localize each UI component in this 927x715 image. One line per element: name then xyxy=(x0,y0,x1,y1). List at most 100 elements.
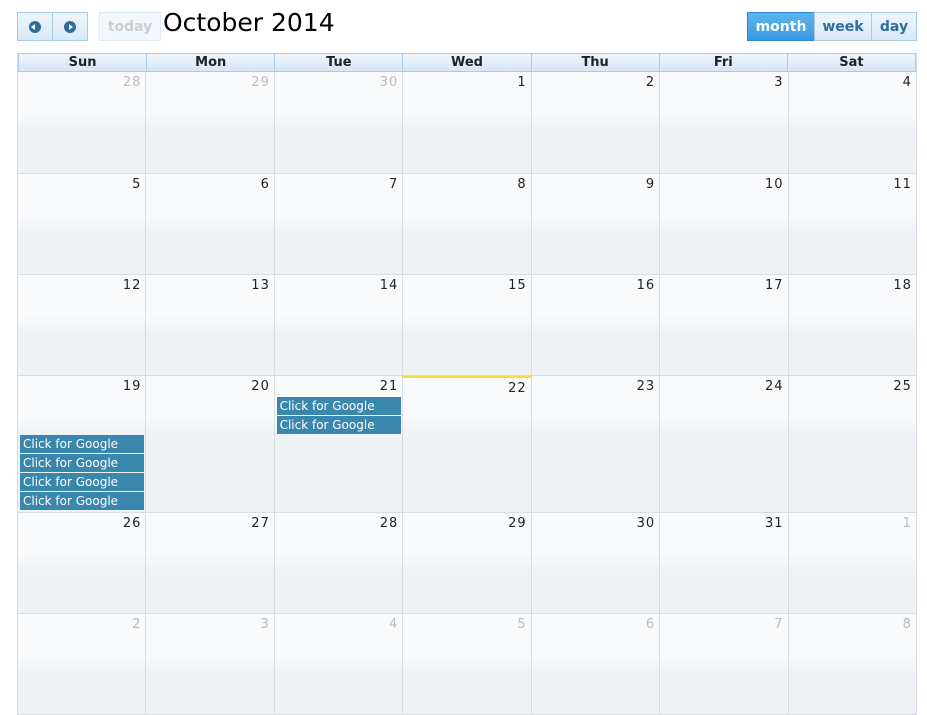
day-cell[interactable]: 9 xyxy=(530,174,659,274)
weekday-fri: Fri xyxy=(658,54,787,71)
day-cell[interactable]: 25 xyxy=(787,376,916,512)
day-cell[interactable]: 8 xyxy=(787,614,916,714)
day-cell[interactable]: 4 xyxy=(787,72,916,173)
next-icon xyxy=(64,20,76,33)
weekday-sun: Sun xyxy=(68,55,97,70)
day-number: 2 xyxy=(132,617,142,632)
day-cell[interactable]: 12 xyxy=(18,275,145,375)
day-cell[interactable]: 4 xyxy=(273,614,402,714)
day-cell[interactable]: 8 xyxy=(402,174,530,274)
day-cell[interactable]: 1 xyxy=(402,72,530,173)
day-cell[interactable]: 28 xyxy=(18,72,145,173)
day-cell[interactable]: 17 xyxy=(659,275,787,375)
day-number: 17 xyxy=(764,278,784,293)
day-cell[interactable]: 20 xyxy=(145,376,273,512)
day-number: 29 xyxy=(508,516,527,531)
day-number: 16 xyxy=(636,278,656,293)
day-number: 4 xyxy=(902,75,912,90)
day-cell[interactable]: 2 xyxy=(18,614,145,714)
day-number: 9 xyxy=(645,177,656,192)
day-cell[interactable]: 28 xyxy=(273,513,402,613)
day-number: 2 xyxy=(645,75,656,90)
day-cell[interactable]: 30 xyxy=(273,72,402,173)
weekday-header: Sun Mon Tue Wed Thu Fri Sat xyxy=(18,53,916,72)
day-number: 7 xyxy=(388,177,399,192)
day-cell[interactable]: 27 xyxy=(145,513,273,613)
day-cell[interactable]: 29 xyxy=(145,72,273,173)
day-number: 20 xyxy=(251,379,270,394)
day-number: 30 xyxy=(379,75,399,90)
day-cell[interactable]: 15 xyxy=(402,275,530,375)
day-cell[interactable]: 6 xyxy=(145,174,273,274)
day-cell[interactable]: 31 xyxy=(659,513,787,613)
weekday-tue: Tue xyxy=(274,54,402,71)
weekday-sat: Sat xyxy=(786,54,915,71)
day-number: 21 xyxy=(379,379,399,394)
day-number: 11 xyxy=(893,177,912,192)
today-button[interactable]: today xyxy=(99,12,161,41)
day-number: 15 xyxy=(508,278,527,293)
day-number: 14 xyxy=(379,278,399,293)
calendar-event[interactable]: Click for Google xyxy=(276,397,401,415)
day-cell[interactable]: 11 xyxy=(787,174,916,274)
day-cell[interactable]: 24 xyxy=(659,376,787,512)
day-number: 12 xyxy=(122,278,142,293)
next-button[interactable] xyxy=(52,12,88,41)
calendar-title: October 2014 xyxy=(163,8,335,37)
day-number: 1 xyxy=(517,75,527,90)
day-number: 3 xyxy=(260,617,270,632)
calendar-event[interactable]: Click for Google xyxy=(20,454,145,472)
day-number: 31 xyxy=(764,516,784,531)
day-cell[interactable]: 2 xyxy=(530,72,659,173)
day-number: 5 xyxy=(517,617,527,632)
calendar-event[interactable]: Click for Google xyxy=(20,435,145,453)
weekday-thu: Thu xyxy=(530,54,659,71)
day-number: 22 xyxy=(508,381,527,396)
week-row: 19 20 21 22 23 24 25 Click for Google Click for … xyxy=(18,376,916,513)
day-cell[interactable]: 3 xyxy=(145,614,273,714)
day-view-button[interactable]: day xyxy=(871,12,917,41)
day-cell[interactable]: 18 xyxy=(787,275,916,375)
day-number: 24 xyxy=(764,379,784,394)
day-cell[interactable]: 26 xyxy=(18,513,145,613)
day-cell[interactable]: 7 xyxy=(659,614,787,714)
day-number: 28 xyxy=(379,516,399,531)
day-number: 3 xyxy=(774,75,784,90)
day-cell-today[interactable]: 22 xyxy=(402,376,531,512)
week-view-button[interactable]: week xyxy=(814,12,872,41)
day-cell[interactable]: 10 xyxy=(659,174,787,274)
week-row: 12 13 14 15 16 17 18 xyxy=(18,275,916,376)
day-number: 10 xyxy=(764,177,784,192)
day-cell[interactable]: 29 xyxy=(402,513,530,613)
day-cell[interactable]: 7 xyxy=(273,174,402,274)
day-number: 25 xyxy=(893,379,912,394)
calendar-event[interactable]: Click for Google xyxy=(20,492,145,510)
day-number: 27 xyxy=(251,516,270,531)
weekday-mon: Mon xyxy=(146,54,274,71)
day-number: 26 xyxy=(122,516,142,531)
day-cell[interactable]: 1 xyxy=(787,513,916,613)
day-cell[interactable]: 3 xyxy=(659,72,787,173)
prev-button[interactable] xyxy=(17,12,53,41)
day-cell[interactable]: 5 xyxy=(18,174,145,274)
day-number: 13 xyxy=(251,278,270,293)
day-number: 6 xyxy=(260,177,270,192)
calendar-event[interactable]: Click for Google xyxy=(276,416,401,434)
day-cell[interactable]: 14 xyxy=(273,275,402,375)
day-number: 7 xyxy=(774,617,784,632)
day-cell[interactable]: 5 xyxy=(402,614,530,714)
month-view-button[interactable]: month xyxy=(747,12,815,41)
day-number: 28 xyxy=(122,75,142,90)
day-cell[interactable]: 13 xyxy=(145,275,273,375)
day-number: 19 xyxy=(122,379,142,394)
day-cell[interactable]: 16 xyxy=(530,275,659,375)
day-number: 30 xyxy=(636,516,656,531)
day-cell[interactable]: 30 xyxy=(530,513,659,613)
day-cell[interactable]: 6 xyxy=(530,614,659,714)
week-row: 2 3 4 5 6 7 8 xyxy=(18,614,916,715)
day-number: 8 xyxy=(902,617,912,632)
day-number: 5 xyxy=(132,177,142,192)
day-cell[interactable]: 23 xyxy=(530,376,659,512)
month-grid: Sun Mon Tue Wed Thu Fri Sat 28 29 30 1 2 3 4 5 6 7 8 9 10 1… xyxy=(17,53,917,715)
calendar-event[interactable]: Click for Google xyxy=(20,473,145,491)
